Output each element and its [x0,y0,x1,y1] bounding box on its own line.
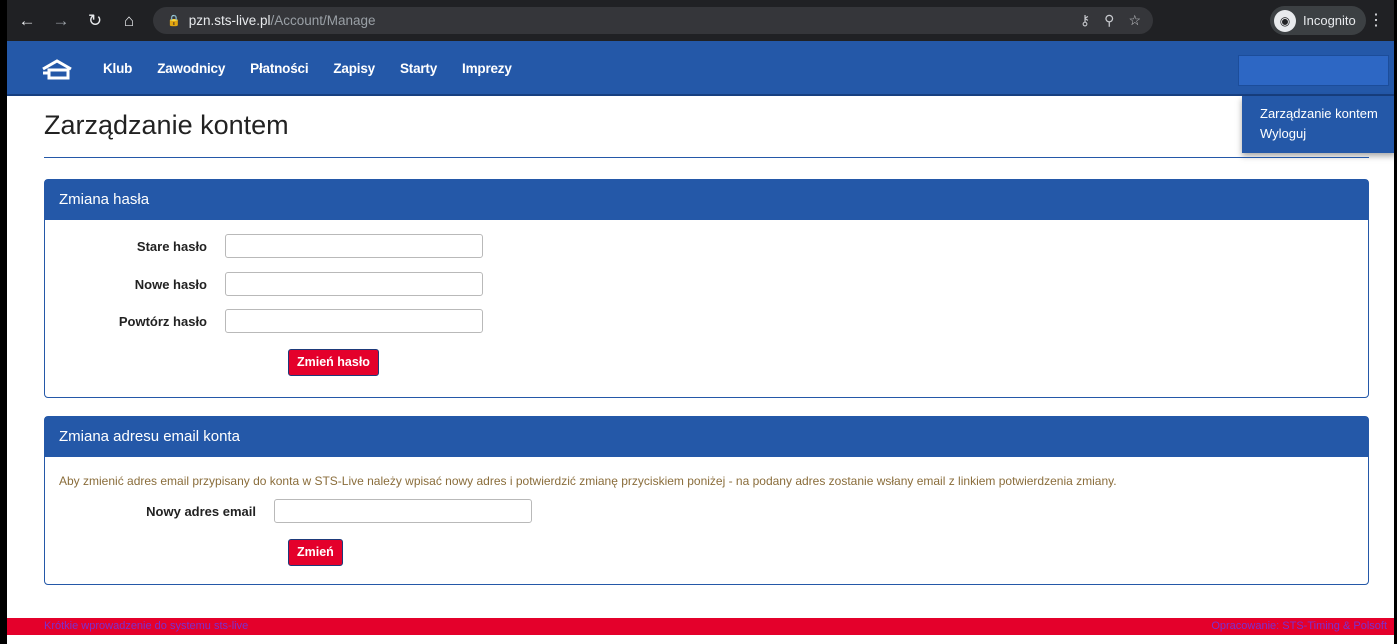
repeat-password-label: Powtórz hasło [118,313,207,329]
repeat-password-input[interactable] [225,309,483,333]
new-password-input[interactable] [225,272,483,296]
menu-item-logout[interactable]: Wyloguj [1242,124,1394,144]
menu-item-manage-account[interactable]: Zarządzanie kontem [1242,104,1394,124]
main-nav: Klub Zawodnicy Płatności Zapisy Starty I… [103,41,537,96]
title-divider [44,157,1369,158]
change-email-button[interactable]: Zmień [288,539,343,566]
incognito-badge[interactable]: ◉ Incognito [1270,6,1366,35]
user-menu-toggle[interactable] [1238,55,1389,86]
new-password-row: Nowe hasło [45,272,483,296]
url-host: pzn.sts-live.pl [188,13,271,28]
password-change-panel: Zmiana hasła Stare hasło Nowe hasło Powt… [44,179,1369,398]
browser-toolbar: ← → ↻ ⌂ 🔒 pzn.sts-live.pl/Account/Manage… [7,0,1394,41]
intro-link[interactable]: Krótkie wprowadzenie do systemu sts-live [44,618,248,635]
key-icon[interactable]: ⚷ [1080,12,1090,29]
user-dropdown-menu: Zarządzanie kontem Wyloguj [1242,96,1394,153]
incognito-label: Incognito [1303,13,1356,28]
footer-credits: Opracowanie: STS-Timing & Polsoft [1211,620,1387,632]
nav-link-zapisy[interactable]: Zapisy [333,61,375,76]
lock-icon: 🔒 [167,15,181,27]
sts-logo-icon[interactable] [41,59,73,81]
home-icon[interactable]: ⌂ [115,7,143,35]
menu-kebab-icon[interactable]: ⋮ [1368,10,1384,30]
zoom-icon[interactable]: ⚲ [1104,12,1114,29]
address-bar[interactable]: 🔒 pzn.sts-live.pl/Account/Manage ⚷ ⚲ ☆ [153,7,1153,34]
old-password-label: Stare hasło [136,238,207,254]
panel-heading: Zmiana adresu email konta [45,417,1368,457]
old-password-row: Stare hasło [45,234,483,258]
new-password-label: Nowe hasło [134,276,207,292]
page-footer: Krótkie wprowadzenie do systemu sts-live… [7,618,1394,635]
nav-link-imprezy[interactable]: Imprezy [462,61,512,76]
nav-link-platnosci[interactable]: Płatności [250,61,308,76]
nav-link-starty[interactable]: Starty [400,61,437,76]
email-change-panel: Zmiana adresu email konta Aby zmienić ad… [44,416,1369,585]
new-email-input[interactable] [274,499,532,523]
forward-icon[interactable]: → [47,7,75,35]
new-email-row: Nowy adres email [59,499,532,523]
repeat-password-row: Powtórz hasło [45,309,483,333]
site-navbar: Klub Zawodnicy Płatności Zapisy Starty I… [7,41,1394,96]
nav-link-zawodnicy[interactable]: Zawodnicy [157,61,225,76]
browser-window: ← → ↻ ⌂ 🔒 pzn.sts-live.pl/Account/Manage… [0,0,1397,644]
new-email-label: Nowy adres email [146,503,256,519]
change-password-button[interactable]: Zmień hasło [288,349,379,376]
old-password-input[interactable] [225,234,483,258]
email-change-info: Aby zmienić adres email przypisany do ko… [59,474,1117,488]
star-icon[interactable]: ☆ [1128,12,1141,29]
panel-heading: Zmiana hasła [45,180,1368,220]
nav-link-klub[interactable]: Klub [103,61,132,76]
page-title: Zarządzanie kontem [44,110,289,140]
incognito-icon: ◉ [1274,9,1296,32]
back-icon[interactable]: ← [13,7,41,35]
url-path: /Account/Manage [270,13,376,28]
address-bar-actions: ⚷ ⚲ ☆ [1080,7,1141,34]
reload-icon[interactable]: ↻ [81,7,109,35]
